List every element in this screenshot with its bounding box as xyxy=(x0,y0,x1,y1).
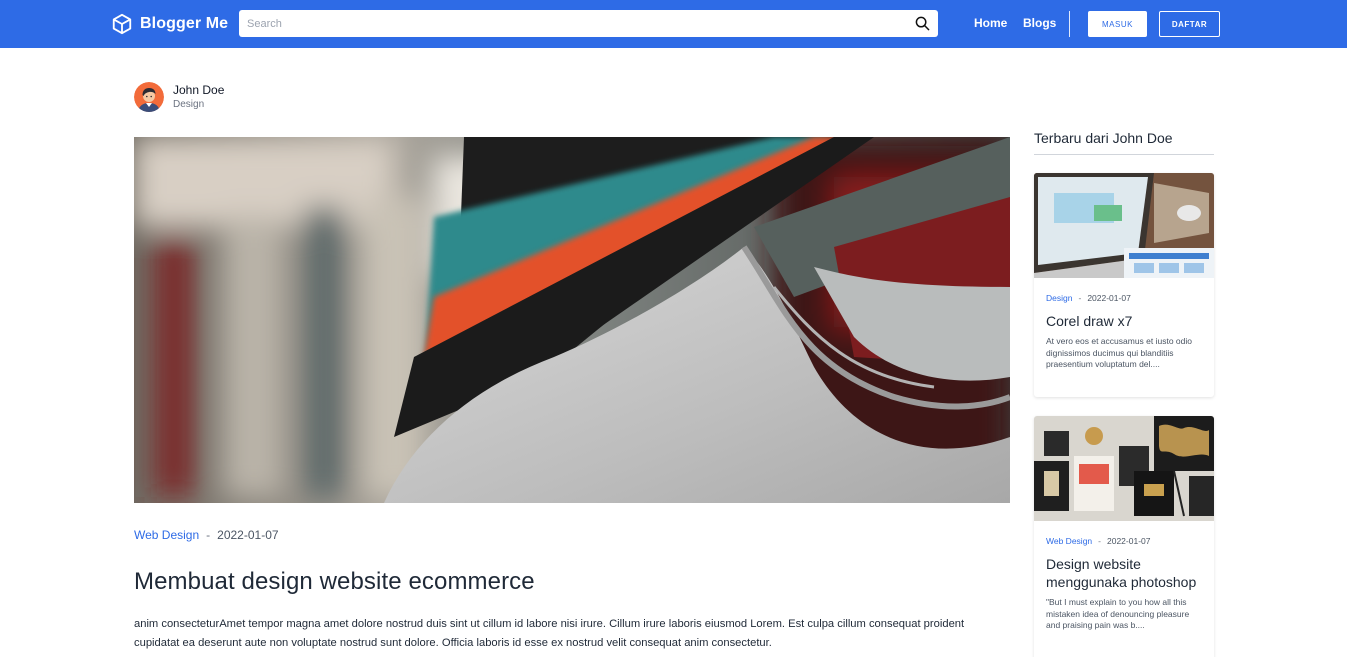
sidebar-post-card[interactable]: Web Design - 2022-01-07 Design website m… xyxy=(1034,416,1214,657)
card-excerpt: At vero eos et accusamus et iusto odio d… xyxy=(1046,336,1192,369)
register-button[interactable]: DAFTAR xyxy=(1159,11,1220,37)
post-date: 2022-01-07 xyxy=(217,528,279,542)
nav-link-home[interactable]: Home xyxy=(974,16,1007,30)
brand-name: Blogger Me xyxy=(140,15,229,32)
search-input[interactable] xyxy=(239,10,899,37)
post-body: anim consecteturAmet tempor magna amet d… xyxy=(134,618,965,649)
author-role: Design xyxy=(173,99,205,110)
card-category-link[interactable]: Web Design xyxy=(1046,536,1092,546)
card-meta-separator: - xyxy=(1098,536,1101,546)
post-title: Membuat design website ecommerce xyxy=(134,568,535,595)
nav-link-blogs[interactable]: Blogs xyxy=(1023,16,1056,30)
card-category-link[interactable]: Design xyxy=(1046,293,1072,303)
sidebar-title: Terbaru dari John Doe xyxy=(1034,130,1173,146)
brand-logo[interactable]: Blogger Me xyxy=(111,12,228,36)
top-navbar: Blogger Me Home Blogs MASUK DAFTAR xyxy=(0,0,1347,48)
sidebar-post-card[interactable]: Design - 2022-01-07 Corel draw x7 At ver… xyxy=(1034,173,1214,397)
author-avatar[interactable] xyxy=(134,82,164,112)
cube-icon xyxy=(112,13,132,35)
card-title[interactable]: Design website menggunaka photoshop xyxy=(1046,555,1202,591)
author-name[interactable]: John Doe xyxy=(173,83,224,97)
laptop-photo-thumbnail xyxy=(1034,173,1214,278)
card-meta-separator: - xyxy=(1078,293,1082,303)
post-meta-separator: - xyxy=(206,528,211,542)
card-date: 2022-01-07 xyxy=(1087,293,1131,303)
card-date: 2022-01-07 xyxy=(1107,536,1151,546)
card-excerpt: "But I must explain to you how all this … xyxy=(1046,597,1190,630)
card-meta: Design - 2022-01-07 xyxy=(1046,293,1214,303)
card-meta: Web Design - 2022-01-07 xyxy=(1046,536,1214,546)
nav-divider xyxy=(1069,11,1070,37)
stationery-photo-thumbnail xyxy=(1034,416,1214,521)
post-category-link[interactable]: Web Design xyxy=(134,528,199,542)
search-icon[interactable] xyxy=(915,16,930,31)
card-title[interactable]: Corel draw x7 xyxy=(1046,312,1202,330)
post-meta: Web Design - 2022-01-07 xyxy=(134,528,279,542)
sidebar-divider xyxy=(1034,154,1214,155)
login-button[interactable]: MASUK xyxy=(1088,11,1147,37)
post-hero-image xyxy=(134,137,1010,503)
search-bar xyxy=(239,10,938,37)
